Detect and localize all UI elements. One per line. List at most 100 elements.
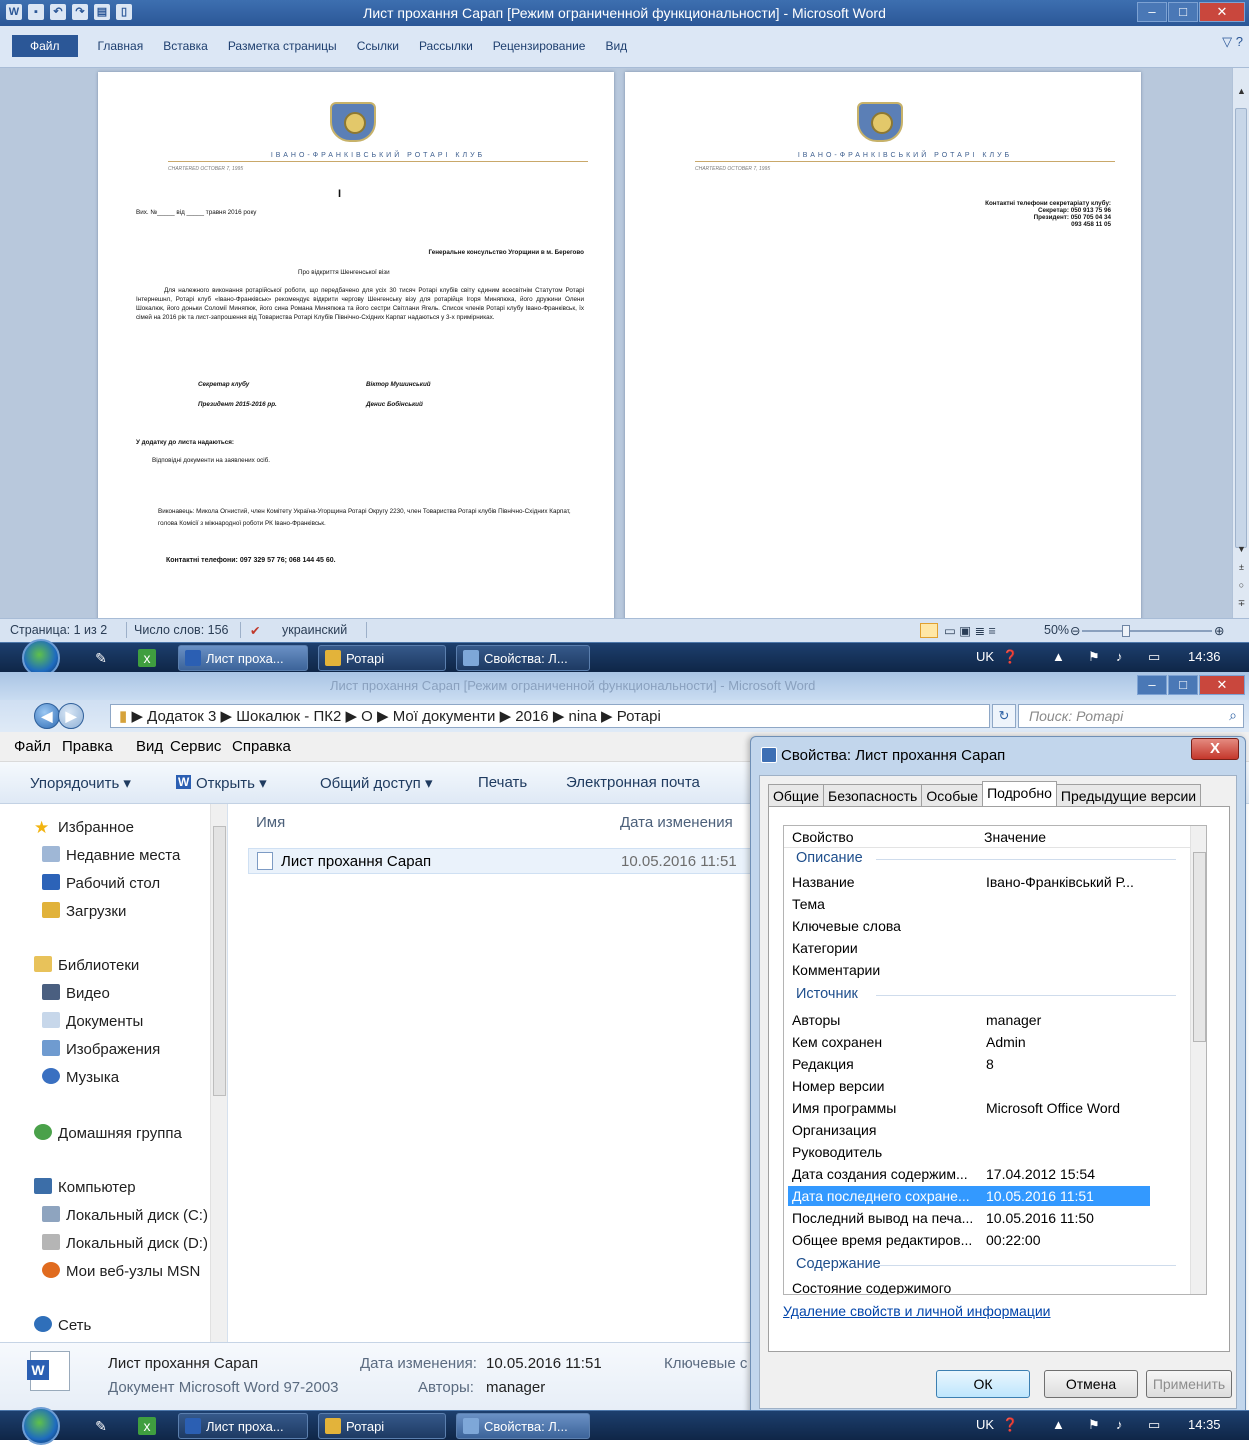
details-authors-value[interactable]: manager [486, 1379, 545, 1396]
nav-msn[interactable]: Мои веб-узлы MSN [42, 1262, 200, 1280]
property-row[interactable]: Дата создания содержим... 17.04.2012 15:5… [788, 1164, 1150, 1184]
nav-recent[interactable]: Недавние места [42, 846, 180, 864]
back-button[interactable]: ◀ [34, 703, 60, 729]
flag-icon-bottom[interactable]: ⚑ [1088, 1417, 1100, 1433]
taskbar-properties-button-bottom[interactable]: Свойства: Л... [456, 1413, 590, 1439]
menu-help[interactable]: Справка [232, 738, 291, 755]
property-row[interactable]: Категории [788, 938, 1150, 958]
tab-details[interactable]: Подробно [982, 781, 1057, 807]
property-row[interactable]: Руководитель [788, 1142, 1150, 1162]
cancel-button[interactable]: Отмена [1044, 1370, 1138, 1398]
column-name[interactable]: Имя [256, 814, 285, 831]
print-layout-view-icon[interactable] [920, 623, 938, 638]
next-page-icon[interactable]: ∓ [1233, 598, 1249, 609]
file-name[interactable]: Лист прохання Сарап [281, 853, 431, 870]
property-row[interactable]: Общее время редактиров... 00:22:00 [788, 1230, 1150, 1250]
help-tray-icon[interactable]: ❓ [1002, 649, 1018, 665]
show-hidden-icons[interactable]: ▲ [1052, 649, 1065, 664]
help-icon[interactable]: ▽ ? [1222, 34, 1243, 50]
volume-icon-bottom[interactable]: ♪ [1116, 1417, 1123, 1432]
menu-edit[interactable]: Правка [62, 738, 113, 755]
page-1[interactable]: ІВАНО-ФРАНКІВСЬКИЙ РОТАРІ КЛУБ CHARTERED… [98, 72, 614, 618]
taskbar-properties-button[interactable]: Свойства: Л... [456, 645, 590, 671]
tab-insert[interactable]: Вставка [153, 35, 218, 57]
file-tab[interactable]: Файл [12, 35, 78, 57]
property-row[interactable]: Номер версии [788, 1076, 1150, 1096]
properties-close-button[interactable]: X [1191, 738, 1239, 760]
tab-review[interactable]: Рецензирование [483, 35, 596, 57]
property-list-scrollbar[interactable] [1190, 826, 1206, 1294]
maximize-button[interactable]: □ [1168, 2, 1198, 22]
tab-page-layout[interactable]: Разметка страницы [218, 35, 347, 57]
property-row[interactable]: Авторы manager [788, 1010, 1150, 1030]
apply-button[interactable]: Применить [1146, 1370, 1232, 1398]
word-vertical-scrollbar[interactable]: ▲ ▼ ± ○ ∓ [1232, 68, 1249, 618]
menu-tools[interactable]: Сервис [170, 738, 221, 755]
paint-icon[interactable]: ✎ [92, 649, 110, 667]
organize-button[interactable]: Упорядочить ▾ [30, 774, 131, 792]
tab-home[interactable]: Главная [88, 35, 154, 57]
help-tray-icon-bottom[interactable]: ❓ [1002, 1417, 1018, 1433]
tab-view[interactable]: Вид [595, 35, 637, 57]
property-row[interactable]: Название Івано-Франківський Р... [788, 872, 1150, 892]
language-tray-bottom[interactable]: UK [976, 1417, 994, 1432]
clock[interactable]: 14:36 [1188, 649, 1221, 664]
column-date[interactable]: Дата изменения [620, 814, 733, 831]
zoom-in-icon[interactable]: ⊕ [1214, 623, 1224, 638]
refresh-icon[interactable]: ↻ [992, 704, 1016, 728]
zoom-level[interactable]: 50% [1044, 623, 1069, 637]
view-buttons-icon[interactable]: ▭ ▣ ≣ ≡ [944, 623, 996, 638]
language-indicator[interactable]: украинский [282, 623, 347, 637]
nav-libraries[interactable]: Библиотеки [34, 956, 139, 974]
nav-computer[interactable]: Компьютер [34, 1178, 136, 1196]
property-row[interactable]: Имя программы Microsoft Office Word [788, 1098, 1150, 1118]
nav-disk-c[interactable]: Локальный диск (C:) [42, 1206, 208, 1224]
volume-icon[interactable]: ♪ [1116, 649, 1123, 664]
excel-icon[interactable]: x [138, 649, 156, 667]
tab-mailings[interactable]: Рассылки [409, 35, 483, 57]
taskbar-folder-button-bottom[interactable]: Ротарі [318, 1413, 446, 1439]
property-row[interactable]: Тема [788, 894, 1150, 914]
nav-images[interactable]: Изображения [42, 1040, 160, 1058]
clock-bottom[interactable]: 14:35 [1188, 1417, 1221, 1432]
share-button[interactable]: Общий доступ ▾ [320, 774, 432, 792]
document-area[interactable]: ІВАНО-ФРАНКІВСЬКИЙ РОТАРІ КЛУБ CHARTERED… [0, 68, 1232, 618]
property-row[interactable]: Ключевые слова [788, 916, 1150, 936]
taskbar-folder-button[interactable]: Ротарі [318, 645, 446, 671]
column-value[interactable]: Значение [984, 829, 1046, 845]
remove-properties-link[interactable]: Удаление свойств и личной информации [783, 1303, 1051, 1319]
excel-icon-bottom[interactable]: x [138, 1417, 156, 1435]
print-button[interactable]: Печать [478, 774, 527, 791]
start-button-bottom[interactable] [22, 1407, 60, 1445]
proofing-icon[interactable]: ✔ [250, 623, 260, 638]
property-row[interactable]: Состояние содержимого [788, 1278, 1150, 1294]
nav-favorites[interactable]: ★ Избранное [34, 818, 134, 837]
explorer-minimize-button[interactable]: – [1137, 675, 1167, 695]
nav-music[interactable]: Музыка [42, 1068, 119, 1086]
ok-button[interactable]: ОК [936, 1370, 1030, 1398]
explorer-close-button[interactable]: ✕ [1199, 675, 1245, 695]
menu-view[interactable]: Вид [136, 738, 163, 755]
scroll-down-icon[interactable]: ▼ [1233, 544, 1249, 554]
tab-references[interactable]: Ссылки [347, 35, 409, 57]
scroll-thumb[interactable] [1235, 108, 1247, 548]
forward-button[interactable]: ▶ [58, 703, 84, 729]
show-hidden-icons-bottom[interactable]: ▲ [1052, 1417, 1065, 1432]
prev-page-icon[interactable]: ± [1233, 562, 1249, 572]
nav-documents[interactable]: Документы [42, 1012, 143, 1030]
property-row[interactable]: Комментарии [788, 960, 1150, 980]
word-count[interactable]: Число слов: 156 [134, 623, 229, 637]
close-button[interactable]: ✕ [1199, 2, 1245, 22]
search-input[interactable]: Поиск: Ротарі ⌕ [1018, 704, 1244, 728]
flag-icon[interactable]: ⚑ [1088, 649, 1100, 665]
open-button[interactable]: Открыть ▾ [196, 774, 267, 792]
nav-video[interactable]: Видео [42, 984, 110, 1002]
menu-file[interactable]: Файл [14, 738, 51, 755]
property-row[interactable]: Редакция 8 [788, 1054, 1150, 1074]
page-counter[interactable]: Страница: 1 из 2 [10, 623, 107, 637]
search-icon[interactable]: ⌕ [1229, 707, 1237, 724]
nav-disk-d[interactable]: Локальный диск (D:) [42, 1234, 208, 1252]
nav-scrollbar[interactable] [210, 804, 227, 1342]
property-row-selected[interactable]: Дата последнего сохране... 10.05.2016 11:… [788, 1186, 1150, 1206]
property-list[interactable]: Свойство Значение Описание Название Івано… [783, 825, 1207, 1295]
